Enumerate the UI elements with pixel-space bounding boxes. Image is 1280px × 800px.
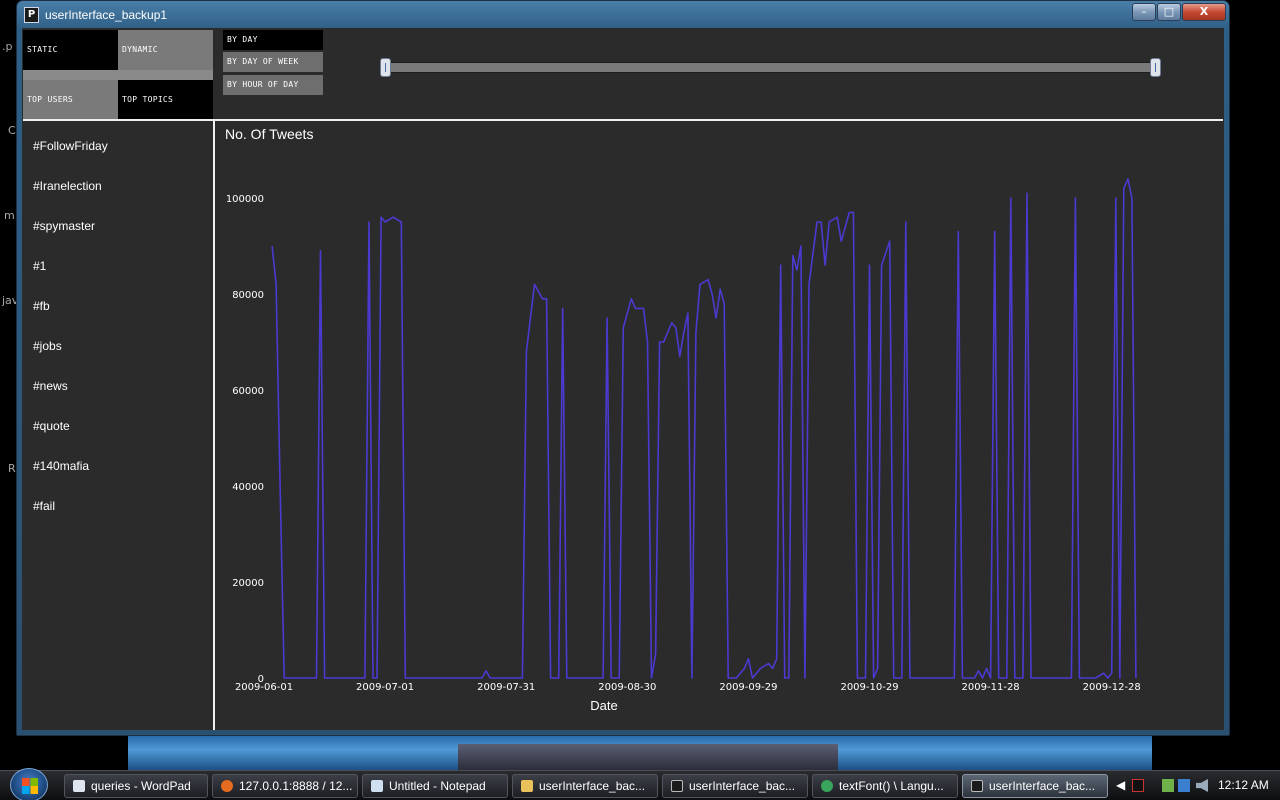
x-axis-label: Date — [590, 698, 617, 713]
tweets-chart: No. Of Tweets 0 20000 40000 60000 80000 10000… — [215, 121, 1224, 730]
topic-item[interactable]: #spymaster — [33, 219, 95, 239]
desktop-fragment: .p — [2, 40, 13, 53]
tray-usb-icon[interactable] — [1162, 779, 1174, 792]
taskbar-item-firefox[interactable]: 127.0.0.1:8888 / 12... — [212, 774, 358, 798]
desktop-fragment: C — [8, 124, 16, 137]
y-tick-label: 80000 — [232, 290, 264, 301]
tray-network-icon[interactable] — [1178, 779, 1190, 792]
taskbar-item-label: userInterface_bac... — [989, 779, 1096, 793]
topic-item[interactable]: #140mafia — [33, 459, 89, 479]
y-tick-label: 40000 — [232, 482, 264, 493]
desktop-fragment: R — [8, 462, 16, 475]
firefox-icon — [221, 780, 233, 792]
notepad-icon — [371, 780, 383, 792]
tray-expand-icon[interactable]: ◀ — [1116, 778, 1125, 792]
folder-icon — [521, 780, 533, 792]
x-tick-label: 2009-09-29 — [719, 682, 777, 693]
desktop-fragment: m — [4, 209, 15, 222]
title-bar[interactable]: P userInterface_backup1 – □ X — [17, 1, 1229, 29]
taskbar-item-label: userInterface_bac... — [539, 779, 646, 793]
date-range-slider[interactable] — [380, 56, 1164, 80]
static-toggle[interactable]: STATIC — [23, 30, 118, 70]
chrome-icon — [821, 780, 833, 792]
desktop-wallpaper — [128, 736, 1152, 770]
by-day-of-week-button[interactable]: BY DAY OF WEEK — [223, 52, 323, 72]
app-canvas: STATIC DYNAMIC TOP USERS TOP TOPICS BY D… — [22, 28, 1224, 730]
close-button[interactable]: X — [1182, 3, 1226, 21]
processing-app-icon[interactable]: P — [24, 7, 39, 23]
top-users-toggle[interactable]: TOP USERS — [23, 80, 118, 120]
maximize-button[interactable]: □ — [1157, 3, 1181, 21]
taskbar-item-label: textFont() \ Langu... — [839, 779, 944, 793]
taskbar-item-notepad[interactable]: Untitled - Notepad — [362, 774, 508, 798]
y-tick-label: 20000 — [232, 578, 264, 589]
x-tick-label: 2009-10-29 — [840, 682, 898, 693]
slider-track[interactable] — [384, 62, 1160, 73]
x-tick-label: 2009-08-30 — [598, 682, 656, 693]
taskbar-item-wordpad[interactable]: queries - WordPad — [64, 774, 208, 798]
minimize-button[interactable]: – — [1132, 3, 1156, 21]
topic-item[interactable]: #fail — [33, 499, 55, 519]
topics-list: #FollowFriday #Iranelection #spymaster #… — [23, 121, 213, 730]
taskbar-item-label: Untitled - Notepad — [389, 779, 486, 793]
wordpad-icon — [73, 780, 85, 792]
processing-icon — [971, 780, 983, 792]
topic-item[interactable]: #jobs — [33, 339, 62, 359]
taskbar-item-chrome[interactable]: textFont() \ Langu... — [812, 774, 958, 798]
tray-app-icon[interactable] — [1132, 779, 1144, 792]
start-button[interactable] — [10, 768, 48, 800]
x-tick-label: 2009-06-01 — [235, 682, 293, 693]
y-tick-label: 60000 — [232, 386, 264, 397]
toggle-separator — [23, 70, 213, 80]
taskbar-item-label: userInterface_bac... — [689, 779, 796, 793]
taskbar-clock[interactable]: 12:12 AM — [1218, 778, 1269, 792]
topic-item[interactable]: #1 — [33, 259, 46, 279]
topic-item[interactable]: #FollowFriday — [33, 139, 108, 159]
topic-item[interactable]: #news — [33, 379, 68, 399]
by-hour-of-day-button[interactable]: BY HOUR OF DAY — [223, 75, 323, 95]
slider-end-handle[interactable] — [1150, 58, 1161, 77]
x-tick-label: 2009-11-28 — [962, 682, 1020, 693]
x-tick-label: 2009-07-31 — [477, 682, 535, 693]
taskbar-item-processing[interactable]: userInterface_bac... — [662, 774, 808, 798]
x-tick-label: 2009-12-28 — [1083, 682, 1141, 693]
dynamic-toggle[interactable]: DYNAMIC — [118, 30, 213, 70]
window-title: userInterface_backup1 — [45, 8, 168, 22]
app-window: P userInterface_backup1 – □ X STATIC DYN… — [16, 0, 1230, 736]
taskbar-item-label: queries - WordPad — [91, 779, 191, 793]
topic-item[interactable]: #fb — [33, 299, 50, 319]
taskbar: queries - WordPad 127.0.0.1:8888 / 12...… — [0, 768, 1280, 800]
processing-icon — [671, 780, 683, 792]
taskbar-item-folder[interactable]: userInterface_bac... — [512, 774, 658, 798]
x-tick-label: 2009-07-01 — [356, 682, 414, 693]
tray-volume-icon[interactable] — [1196, 779, 1208, 792]
wallpaper-dock — [458, 744, 838, 770]
topic-item[interactable]: #quote — [33, 419, 70, 439]
slider-start-handle[interactable] — [380, 58, 391, 77]
tweets-series-line — [271, 177, 1137, 679]
topic-item[interactable]: #Iranelection — [33, 179, 102, 199]
top-topics-toggle[interactable]: TOP TOPICS — [118, 80, 213, 120]
taskbar-item-processing-active[interactable]: userInterface_bac... — [962, 774, 1108, 798]
windows-logo-icon — [22, 778, 38, 794]
taskbar-item-label: 127.0.0.1:8888 / 12... — [239, 779, 353, 793]
by-day-button[interactable]: BY DAY — [223, 30, 323, 50]
y-tick-label: 100000 — [226, 194, 264, 205]
chart-svg: 0200004000060000800001000002009-06-01 200… — [226, 177, 1141, 713]
